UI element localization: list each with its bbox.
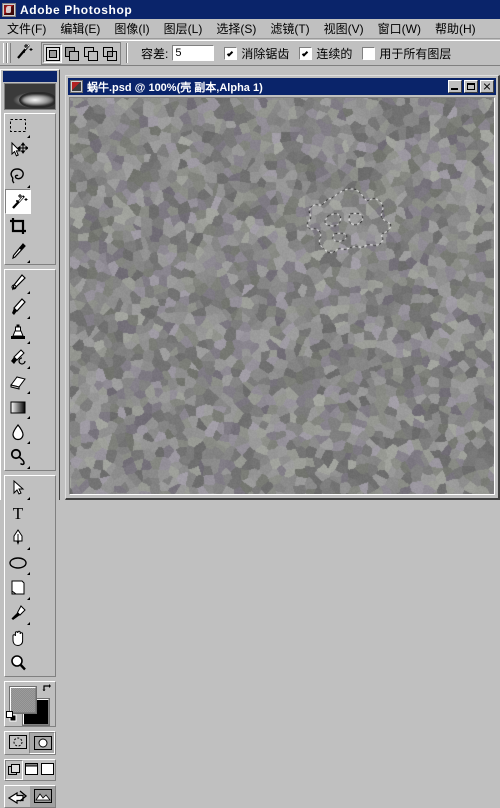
- healing-brush-tool[interactable]: [5, 270, 31, 295]
- eyedropper-tool[interactable]: [5, 601, 31, 626]
- magic-wand-tool[interactable]: [5, 189, 31, 214]
- notes-tool[interactable]: [5, 576, 31, 601]
- toolbox-palette: T: [0, 69, 60, 808]
- history-brush-tool[interactable]: [5, 345, 31, 370]
- photoshop-icon[interactable]: [2, 2, 16, 17]
- menu-item-file[interactable]: 文件(F): [0, 18, 53, 39]
- image-canvas[interactable]: [70, 98, 494, 494]
- anti-alias-label: 消除锯齿: [241, 46, 290, 61]
- zoom-tool[interactable]: [5, 651, 31, 676]
- type-tool[interactable]: T: [5, 501, 31, 526]
- new-selection-button[interactable]: [43, 43, 62, 63]
- gradient-tool[interactable]: [5, 395, 31, 420]
- menu-bar: 文件(F) 编辑(E) 图像(I) 图层(L) 选择(S) 滤镜(T) 视图(V…: [0, 19, 500, 39]
- menu-item-image[interactable]: 图像(I): [107, 18, 156, 39]
- blur-tool[interactable]: [5, 420, 31, 445]
- jump-button-group: [4, 785, 56, 808]
- add-to-selection-button[interactable]: [62, 43, 81, 63]
- jump-to-imageready-button[interactable]: [5, 786, 30, 807]
- menu-item-window[interactable]: 窗口(W): [371, 18, 428, 39]
- full-screen-mode-button[interactable]: [39, 760, 55, 778]
- path-selection-tool[interactable]: [5, 476, 31, 501]
- shape-tool[interactable]: [5, 551, 31, 576]
- minimize-icon[interactable]: [448, 80, 462, 93]
- menu-item-edit[interactable]: 编辑(E): [53, 18, 107, 39]
- move-tool[interactable]: [5, 139, 31, 164]
- quick-mask-mode-button[interactable]: [29, 732, 55, 754]
- lasso-tool[interactable]: [5, 164, 31, 189]
- menu-item-layer[interactable]: 图层(L): [157, 18, 210, 39]
- swap-colors-icon[interactable]: [42, 683, 53, 697]
- foreground-color-swatch[interactable]: [10, 687, 36, 713]
- document-window: 蜗牛.psd @ 100%(壳 副本,Alpha 1): [65, 75, 500, 500]
- screen-mode-group: [4, 759, 56, 781]
- all-layers-label: 用于所有图层: [379, 46, 452, 61]
- crop-tool[interactable]: [5, 214, 31, 239]
- toolbox-title-bar[interactable]: [3, 71, 57, 82]
- document-icon: [70, 80, 83, 93]
- document-title: 蜗牛.psd @ 100%(壳 副本,Alpha 1): [87, 81, 263, 94]
- anti-alias-checkbox[interactable]: 消除锯齿: [224, 45, 289, 62]
- close-icon[interactable]: [480, 80, 494, 93]
- tolerance-input[interactable]: 5: [172, 45, 215, 61]
- standard-screen-mode-button[interactable]: [5, 760, 23, 780]
- hand-tool[interactable]: [5, 626, 31, 651]
- photoshop-eye-banner[interactable]: [4, 83, 56, 110]
- dodge-tool[interactable]: [5, 445, 31, 470]
- subtract-from-selection-button[interactable]: [81, 43, 100, 63]
- full-screen-menubar-mode-button[interactable]: [23, 760, 39, 778]
- toolbox-group-vector: T: [4, 475, 56, 677]
- toolbox-group-selection: [4, 113, 56, 265]
- imageready-icon-button[interactable]: [30, 786, 55, 807]
- magic-wand-icon[interactable]: [13, 42, 37, 64]
- selection-mode-group: [41, 41, 121, 65]
- photoshop-application-window: Adobe Photoshop 文件(F) 编辑(E) 图像(I) 图层(L) …: [0, 0, 500, 808]
- document-title-bar[interactable]: 蜗牛.psd @ 100%(壳 副本,Alpha 1): [68, 78, 496, 95]
- all-layers-checkbox[interactable]: 用于所有图层: [362, 45, 451, 62]
- options-bar-grip[interactable]: [2, 42, 11, 64]
- intersect-selection-button[interactable]: [100, 43, 119, 63]
- default-colors-icon[interactable]: [6, 711, 17, 725]
- tool-options-bar: 容差: 5 消除锯齿 连续的 用于所有图层: [0, 40, 500, 66]
- contiguous-label: 连续的: [316, 46, 353, 61]
- document-window-buttons: [448, 80, 496, 93]
- tolerance-label: 容差:: [141, 46, 169, 61]
- clone-stamp-tool[interactable]: [5, 320, 31, 345]
- eraser-tool[interactable]: [5, 370, 31, 395]
- toolbox-group-paint: [4, 269, 56, 471]
- pen-tool[interactable]: [5, 526, 31, 551]
- menu-item-view[interactable]: 视图(V): [317, 18, 371, 39]
- mask-mode-group: [4, 731, 56, 755]
- all-layers-checkbox-box[interactable]: [362, 46, 376, 60]
- canvas-area[interactable]: [69, 97, 495, 495]
- maximize-icon[interactable]: [464, 80, 478, 93]
- anti-alias-checkbox-box[interactable]: [224, 46, 238, 60]
- application-title: Adobe Photoshop: [20, 2, 133, 17]
- application-title-bar: Adobe Photoshop: [0, 0, 500, 19]
- svg-text:T: T: [13, 504, 24, 523]
- options-separator: [126, 43, 128, 63]
- contiguous-checkbox[interactable]: 连续的: [299, 45, 352, 62]
- slice-tool[interactable]: [5, 239, 31, 264]
- color-swatches: [4, 681, 56, 727]
- contiguous-checkbox-box[interactable]: [299, 46, 313, 60]
- menu-item-select[interactable]: 选择(S): [209, 18, 263, 39]
- menu-item-filter[interactable]: 滤镜(T): [263, 18, 316, 39]
- brush-tool[interactable]: [5, 295, 31, 320]
- marquee-tool[interactable]: [5, 114, 31, 139]
- menu-item-help[interactable]: 帮助(H): [428, 18, 483, 39]
- standard-mask-mode-button[interactable]: [5, 732, 29, 752]
